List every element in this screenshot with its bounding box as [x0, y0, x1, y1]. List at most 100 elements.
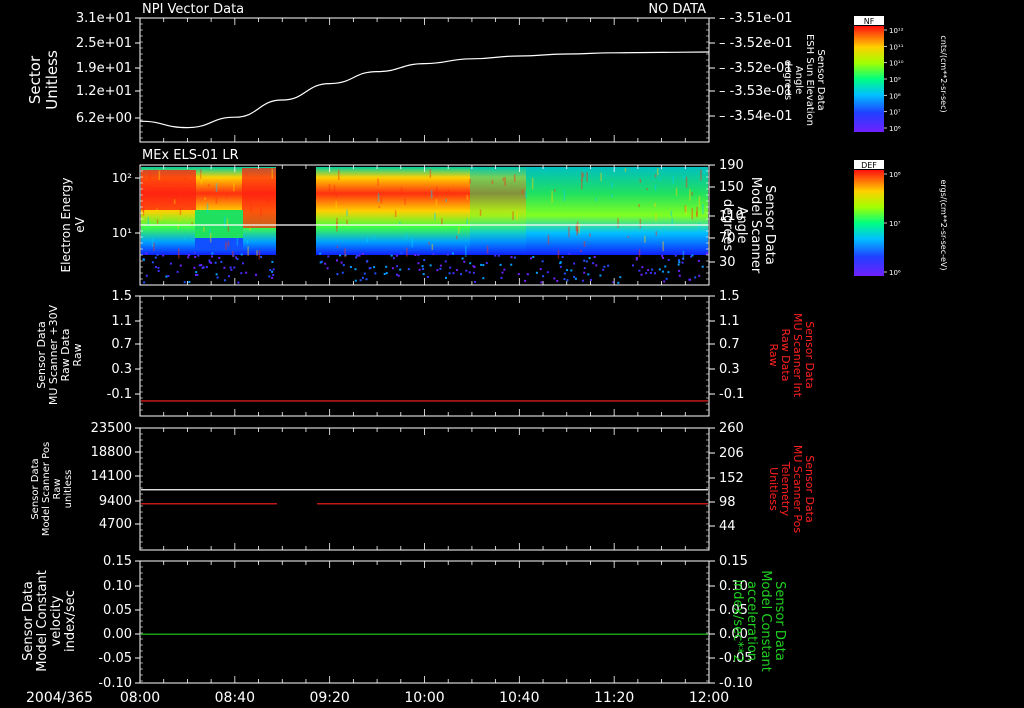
spectrogram-speckle — [374, 272, 377, 275]
spectrogram-streak — [696, 211, 698, 216]
panel-1: NPI Vector Data NO DATA 3.1e+01 2.5e+01 1.… — [26, 2, 948, 143]
spectrogram-speckle — [385, 265, 388, 268]
spectrogram-speckle — [359, 279, 362, 282]
spectrogram-speckle — [342, 264, 345, 267]
spectrogram-speckle — [269, 269, 272, 271]
right-tick-label: -0.1 — [719, 387, 744, 402]
spectrogram-speckle — [647, 269, 650, 272]
spectrogram-speckle — [587, 273, 590, 276]
spectrogram-streak — [466, 218, 468, 225]
spectrogram-streak — [203, 226, 205, 232]
spectrogram-streak — [456, 235, 458, 240]
spectrogram-speckle — [461, 257, 464, 260]
spectrogram-speckle — [706, 252, 709, 255]
spectrogram-speckle — [421, 265, 424, 268]
spectrogram-streak — [502, 177, 505, 181]
spectrogram-speckle — [385, 272, 388, 275]
spectrogram-speckle — [165, 275, 168, 278]
spectrogram-streak — [160, 213, 162, 221]
spectrogram-speckle — [340, 261, 343, 264]
colorbar-tick-label: 10⁶ — [889, 125, 901, 133]
spectrogram-speckle — [193, 266, 196, 269]
spectrogram-streak — [521, 189, 524, 194]
spectrogram-speckle — [662, 257, 665, 259]
spectrogram-speckle — [211, 252, 214, 255]
time-axis: 2004/365 08:00 08:40 09:20 10:00 10:40 11:20 1… — [26, 690, 729, 706]
spectrogram-speckle — [583, 267, 586, 270]
right-label-line-4: index/sec**2 — [730, 579, 745, 662]
right-tick-label: 1.1 — [719, 314, 740, 329]
spectrogram-speckle — [526, 273, 529, 276]
spectrogram-streak — [366, 236, 368, 243]
spectrogram-streak — [328, 184, 331, 191]
spectrogram-streak — [627, 235, 630, 238]
spectrogram-speckle — [542, 275, 545, 278]
spectrogram-speckle — [632, 264, 634, 267]
spectrogram-speckle — [645, 272, 648, 275]
spectrogram-speckle — [573, 275, 576, 278]
spectrogram-speckle — [474, 280, 476, 283]
spectrogram-streak — [583, 241, 586, 247]
spectrogram-streak — [702, 203, 704, 215]
left-label-line-4: unitless — [63, 470, 74, 509]
spectrogram-streak — [600, 172, 602, 182]
time-tick-label: 08:40 — [215, 690, 255, 706]
spectrogram-streak — [200, 173, 203, 185]
spectrogram-streak — [156, 219, 159, 224]
spectrogram-streak — [430, 190, 433, 199]
spectrogram-speckle — [590, 278, 592, 281]
spectrogram-streak — [152, 196, 154, 204]
right-tick-label: 1.5 — [719, 289, 740, 304]
spectrogram-speckle — [395, 254, 398, 257]
panel-1-left-label: Sector Unitless — [26, 50, 61, 110]
spectrogram-streak — [206, 203, 209, 214]
right-label-line-1: Sensor Data — [815, 49, 826, 110]
right-tick-label: – -3.51e-01 — [719, 11, 793, 26]
spectrogram-speckle — [599, 274, 602, 277]
spectrogram-speckle — [436, 269, 439, 272]
spectrogram-speckle — [407, 268, 410, 271]
spectrogram-speckle — [196, 273, 199, 276]
spectrogram-speckle — [593, 256, 596, 258]
time-tick-label: 08:00 — [120, 690, 160, 706]
spectrogram-streak — [703, 170, 706, 174]
spectrogram-streak — [545, 169, 548, 172]
left-tick-label: 1.1 — [111, 314, 132, 329]
right-label-line-3: Angle — [793, 66, 804, 94]
spectrogram-streak — [179, 207, 182, 216]
spectrogram-speckle — [588, 257, 591, 260]
spectrogram-speckle — [361, 276, 364, 279]
spectrogram-streak — [346, 219, 348, 226]
left-tick-label: 2.5e+01 — [76, 36, 132, 51]
panel-2-title: MEx ELS-01 LR — [142, 148, 239, 163]
time-tick-label: 10:40 — [499, 690, 539, 706]
spectrogram-streak — [148, 170, 151, 181]
spectrogram-streak — [465, 245, 467, 257]
right-tick-label: 0.7 — [719, 337, 740, 352]
spectrogram-streak — [445, 198, 447, 203]
spectrogram-speckle — [513, 256, 516, 259]
spectrogram-speckle — [468, 271, 471, 274]
spectrogram-speckle — [641, 266, 644, 269]
spectrogram-speckle — [480, 263, 483, 266]
spectrogram-streak — [208, 184, 210, 187]
colorbar-def-gradient — [854, 170, 884, 276]
spectrogram-speckle — [392, 257, 395, 260]
spectrogram-speckle — [237, 281, 240, 284]
panel-4: 23500 18800 14100 9400 4700 260 206 152 98 44 Se… — [30, 421, 816, 551]
spectrogram-speckle — [530, 257, 532, 260]
spectrogram-speckle — [319, 252, 322, 255]
colorbar-nf-title: NF — [864, 17, 875, 26]
right-label-line-3: acceleration — [744, 581, 759, 661]
spectrogram-streak — [595, 197, 598, 202]
spectrogram-speckle — [271, 260, 274, 263]
spectrogram-streak — [670, 211, 673, 216]
colorbar-tick-label: 10⁹ — [889, 76, 901, 84]
colorbar-tick-label: 10⁷ — [889, 109, 901, 117]
left-label-line-1: Sensor Data — [30, 458, 41, 519]
panel-1-title: NPI Vector Data — [142, 2, 244, 17]
spectrogram-speckle — [179, 264, 182, 267]
spectrogram-speckle — [472, 271, 475, 274]
spectrogram-speckle — [320, 260, 323, 263]
spectrogram-streak — [691, 192, 693, 196]
